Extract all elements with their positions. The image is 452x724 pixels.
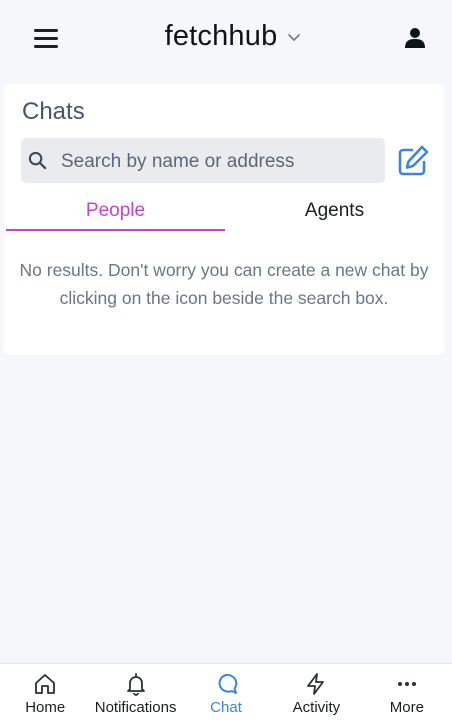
brand-name: fetchhub: [164, 20, 278, 52]
chat-icon: [218, 673, 238, 694]
nav-chat[interactable]: Chat: [181, 664, 271, 724]
nav-home[interactable]: Home: [0, 664, 90, 724]
bell-icon: [126, 673, 145, 696]
top-bar: fetchhub: [0, 0, 452, 80]
empty-state-message: No results. Don't worry you can create a…: [19, 260, 429, 308]
nav-more[interactable]: More: [362, 664, 452, 724]
nav-more-label: More: [389, 699, 424, 716]
nav-chat-label: Chat: [210, 699, 242, 716]
nav-notifications[interactable]: Notifications: [90, 664, 180, 724]
page-title: Chats: [22, 98, 85, 125]
search-input[interactable]: [59, 138, 381, 185]
compose-new-chat-icon[interactable]: [396, 144, 430, 178]
nav-activity-label: Activity: [292, 699, 341, 716]
home-icon: [35, 674, 56, 694]
nav-home-label: Home: [25, 699, 66, 716]
tab-people[interactable]: People: [6, 196, 225, 231]
chats-panel: Chats People Agents No results. Don't wo…: [4, 84, 444, 355]
chat-type-tabs: People Agents: [6, 196, 442, 232]
more-icon: [397, 682, 416, 686]
nav-activity[interactable]: Activity: [271, 664, 361, 724]
chevron-down-icon: [288, 33, 301, 41]
tab-agents[interactable]: Agents: [225, 196, 444, 229]
search-box: [21, 138, 385, 185]
user-icon[interactable]: [403, 26, 427, 50]
nav-notifications-label: Notifications: [94, 699, 177, 716]
search-icon: [28, 151, 47, 170]
brand-switcher[interactable]: fetchhub: [0, 20, 452, 53]
lightning-icon: [307, 673, 325, 695]
bottom-navigation: Home Notifications Chat Activity More: [0, 663, 452, 724]
